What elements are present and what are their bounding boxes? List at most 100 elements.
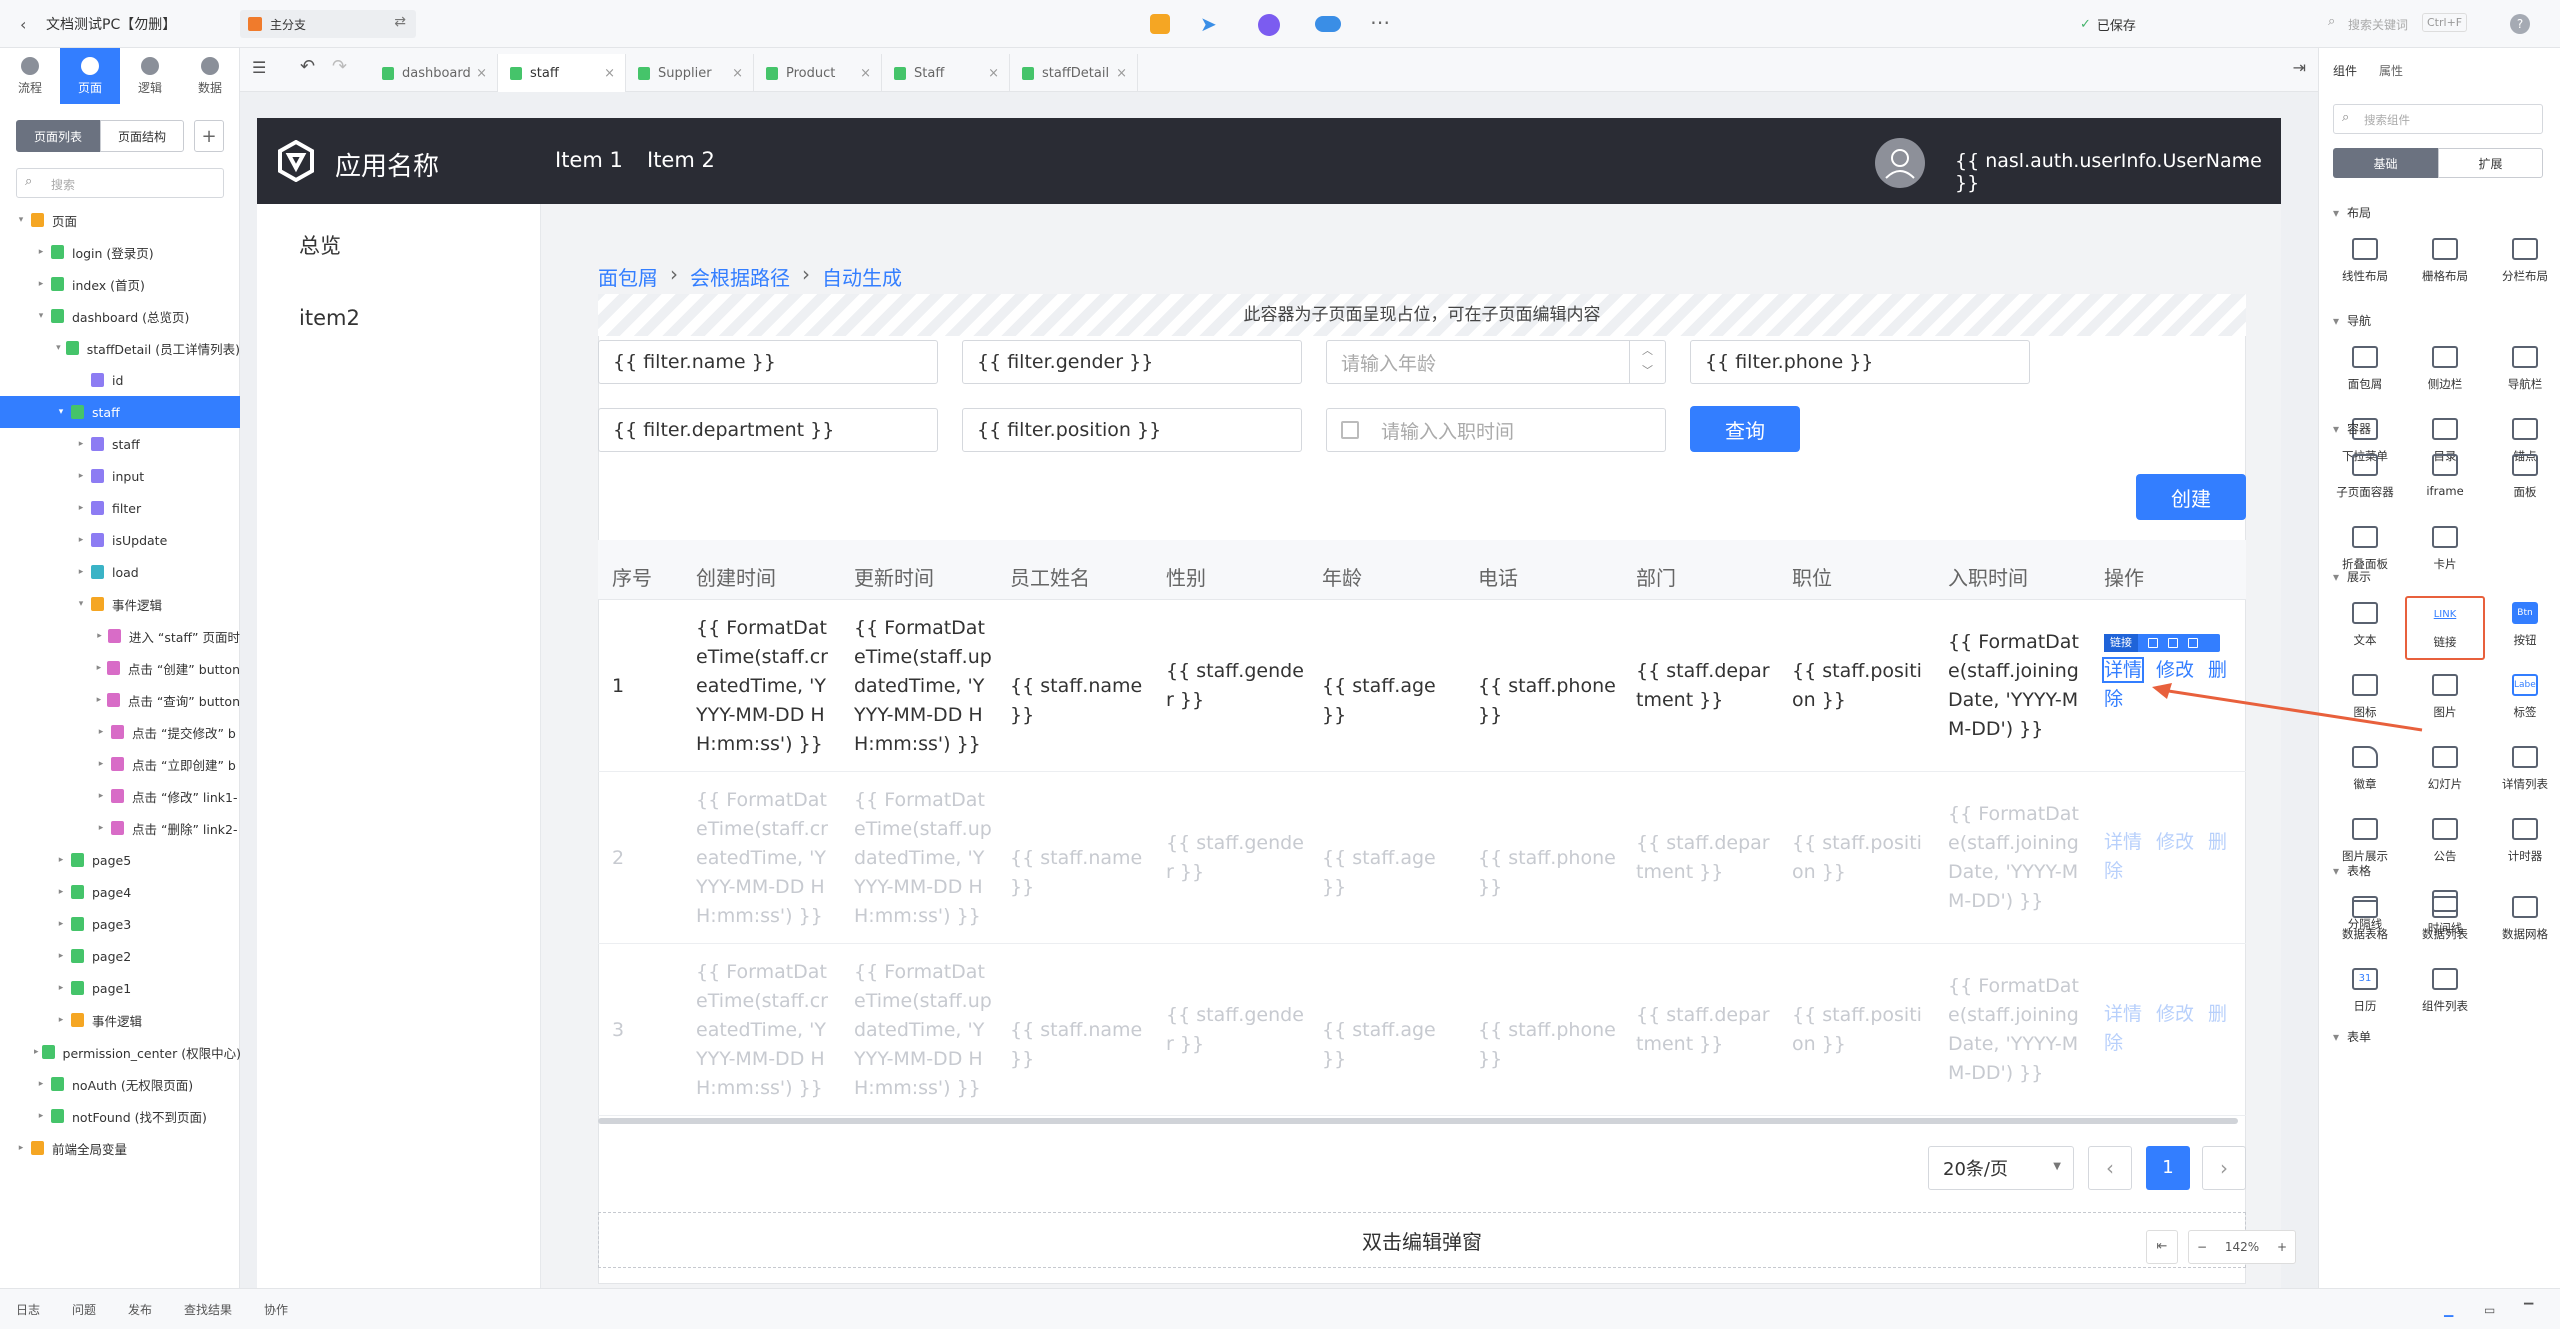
component-breadcrumb[interactable]: 面包屑: [2325, 340, 2405, 404]
component-card[interactable]: 卡片: [2405, 520, 2485, 584]
zoom-out-icon[interactable]: −: [2197, 1240, 2207, 1254]
tree-item[interactable]: ▾ 事件逻辑: [0, 588, 240, 620]
caret-icon[interactable]: ▸: [54, 855, 68, 865]
collapse-panel-icon[interactable]: ⇥: [2293, 58, 2306, 77]
send-icon[interactable]: ➤: [1200, 12, 1217, 36]
caret-icon[interactable]: ▸: [94, 759, 108, 769]
caret-icon[interactable]: ▸: [74, 567, 88, 577]
tree-item[interactable]: ▸ load: [0, 556, 240, 588]
tree-item[interactable]: ▸ 点击 “修改” link1-: [0, 780, 240, 812]
horizontal-scrollbar[interactable]: [598, 1118, 2238, 1124]
bottom-tab-issues[interactable]: 问题: [72, 1289, 96, 1329]
caret-icon[interactable]: ▸: [34, 247, 48, 257]
tree-item[interactable]: ▸ isUpdate: [0, 524, 240, 556]
prev-page-button[interactable]: ‹: [2088, 1146, 2132, 1190]
mode-tab-flow[interactable]: 流程: [0, 48, 60, 104]
caret-icon[interactable]: ▸: [94, 823, 108, 833]
caret-icon[interactable]: ▸: [74, 471, 88, 481]
tree-item[interactable]: ▸ page3: [0, 908, 240, 940]
page-number-button[interactable]: 1: [2146, 1146, 2190, 1190]
component-data-grid[interactable]: 数据网格: [2485, 890, 2560, 954]
component-timer[interactable]: 计时器: [2485, 812, 2560, 876]
component-router-view[interactable]: 子页面容器: [2325, 448, 2405, 512]
close-icon[interactable]: ×: [732, 66, 743, 81]
caret-icon[interactable]: ▸: [74, 439, 88, 449]
component-label[interactable]: Label 标签: [2485, 668, 2560, 732]
component-data-table[interactable]: 数据表格: [2325, 890, 2405, 954]
tree-item[interactable]: ▸ page2: [0, 940, 240, 972]
tree-item[interactable]: ▸ input: [0, 460, 240, 492]
tab-page-list[interactable]: 页面列表: [16, 120, 100, 152]
mode-tab-logic[interactable]: 逻辑: [120, 48, 180, 104]
panel-bottom-icon[interactable]: ▁: [2444, 1289, 2453, 1329]
mode-tab-page[interactable]: 页面: [60, 48, 120, 104]
caret-icon[interactable]: ▸: [54, 887, 68, 897]
component-component-list[interactable]: 组件列表: [2405, 962, 2485, 1026]
tab-properties[interactable]: 属性: [2379, 62, 2403, 79]
section-header-3[interactable]: 展示: [2333, 568, 2371, 585]
undo-icon[interactable]: ↶: [300, 56, 315, 77]
bottom-tab-log[interactable]: 日志: [16, 1289, 40, 1329]
bottom-tab-collaboration[interactable]: 协作: [264, 1289, 288, 1329]
tree-item[interactable]: ▸ page4: [0, 876, 240, 908]
section-header-1[interactable]: 导航: [2333, 312, 2371, 329]
avatar[interactable]: [1875, 138, 1925, 188]
filter-date-input[interactable]: 请输入入职时间: [1326, 408, 1666, 452]
create-button[interactable]: 创建: [2136, 474, 2246, 520]
tree-item[interactable]: ▸ page1: [0, 972, 240, 1004]
caret-icon[interactable]: ▸: [94, 791, 108, 801]
component-navbar[interactable]: 导航栏: [2485, 340, 2560, 404]
caret-icon[interactable]: ▾: [74, 599, 88, 609]
more-icon[interactable]: [2188, 638, 2198, 648]
zoom-in-icon[interactable]: +: [2277, 1240, 2287, 1254]
caret-icon[interactable]: ▾: [34, 311, 48, 321]
edit-link[interactable]: 修改: [2156, 831, 2194, 853]
delete-icon[interactable]: [2168, 638, 2178, 648]
component-text[interactable]: 文本: [2325, 596, 2405, 660]
filter-position-input[interactable]: {{ filter.position }}: [962, 408, 1302, 452]
editor-tab[interactable]: staffDetail ×: [1010, 54, 1138, 92]
caret-icon[interactable]: ▸: [54, 1015, 68, 1025]
tree-item[interactable]: ▸ permission_center (权限中心): [0, 1036, 240, 1068]
side-menu-item-overview[interactable]: 总览: [299, 230, 341, 260]
tree-item[interactable]: id: [0, 364, 240, 396]
breadcrumb-item[interactable]: 面包屑: [598, 262, 658, 291]
more-icon[interactable]: ⋯: [1370, 10, 1390, 34]
tree-item[interactable]: ▸ 进入 “staff” 页面时: [0, 620, 240, 652]
component-grid-layout[interactable]: 栅格布局: [2405, 232, 2485, 296]
caret-icon[interactable]: ▸: [34, 1111, 48, 1121]
tree-item[interactable]: ▸ notFound (找不到页面): [0, 1100, 240, 1132]
caret-icon[interactable]: ▸: [34, 1079, 48, 1089]
component-notice[interactable]: 公告: [2405, 812, 2485, 876]
chevron-down-icon[interactable]: ⌄: [2237, 146, 2252, 167]
caret-icon[interactable]: ▸: [94, 727, 108, 737]
tree-item[interactable]: ▸ index (首页): [0, 268, 240, 300]
detail-link[interactable]: 详情: [2101, 657, 2145, 683]
fit-screen-icon[interactable]: ⇤: [2146, 1230, 2178, 1264]
tree-item[interactable]: ▸ noAuth (无权限页面): [0, 1068, 240, 1100]
outline-toggle-icon[interactable]: ☰: [252, 58, 266, 77]
redo-icon[interactable]: ↷: [332, 56, 347, 77]
tree-item[interactable]: ▸ 事件逻辑: [0, 1004, 240, 1036]
bottom-tab-search-results[interactable]: 查找结果: [184, 1289, 232, 1329]
caret-icon[interactable]: ▸: [74, 503, 88, 513]
tree-item[interactable]: ▾ 页面: [0, 204, 240, 236]
component-panel[interactable]: 面板: [2485, 448, 2560, 512]
caret-icon[interactable]: ▸: [34, 1047, 39, 1057]
help-icon[interactable]: ?: [2510, 14, 2530, 34]
tree-item[interactable]: ▸ staff: [0, 428, 240, 460]
caret-icon[interactable]: ▸: [14, 1143, 28, 1153]
tree-item[interactable]: ▸ 前端全局变量: [0, 1132, 240, 1164]
component-calendar[interactable]: 31 日历: [2325, 962, 2405, 1026]
next-page-button[interactable]: ›: [2202, 1146, 2246, 1190]
add-page-button[interactable]: +: [194, 120, 224, 152]
component-button[interactable]: Btn 按钮: [2485, 596, 2560, 660]
filter-department-input[interactable]: {{ filter.department }}: [598, 408, 938, 452]
filter-gender-input[interactable]: {{ filter.gender }}: [962, 340, 1302, 384]
component-linear-layout[interactable]: 线性布局: [2325, 232, 2405, 296]
section-header-5[interactable]: 表单: [2333, 1028, 2371, 1045]
tree-item[interactable]: ▸ 点击 “立即创建” b: [0, 748, 240, 780]
filter-age-input[interactable]: 请输入年龄 ︿ ﹀: [1326, 340, 1666, 384]
tree-item[interactable]: ▸ 点击 “创建” button: [0, 652, 240, 684]
editor-tab[interactable]: dashboard ×: [370, 54, 498, 92]
